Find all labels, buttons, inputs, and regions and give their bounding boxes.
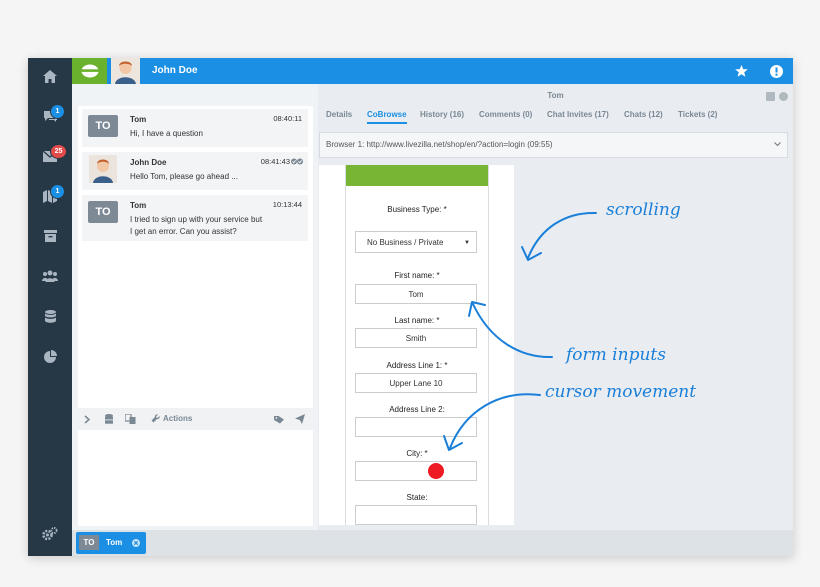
cursor-movement-arrow — [449, 393, 541, 449]
form-inputs-arrowhead — [468, 301, 486, 317]
cursor-movement-annotation: cursor movement — [545, 382, 697, 402]
scrolling-arrow — [527, 211, 597, 259]
form-inputs-annotation: form inputs — [566, 345, 666, 365]
form-inputs-arrow — [472, 303, 553, 359]
annotation-arrows — [443, 211, 597, 451]
scrolling-annotation: scrolling — [606, 200, 681, 220]
